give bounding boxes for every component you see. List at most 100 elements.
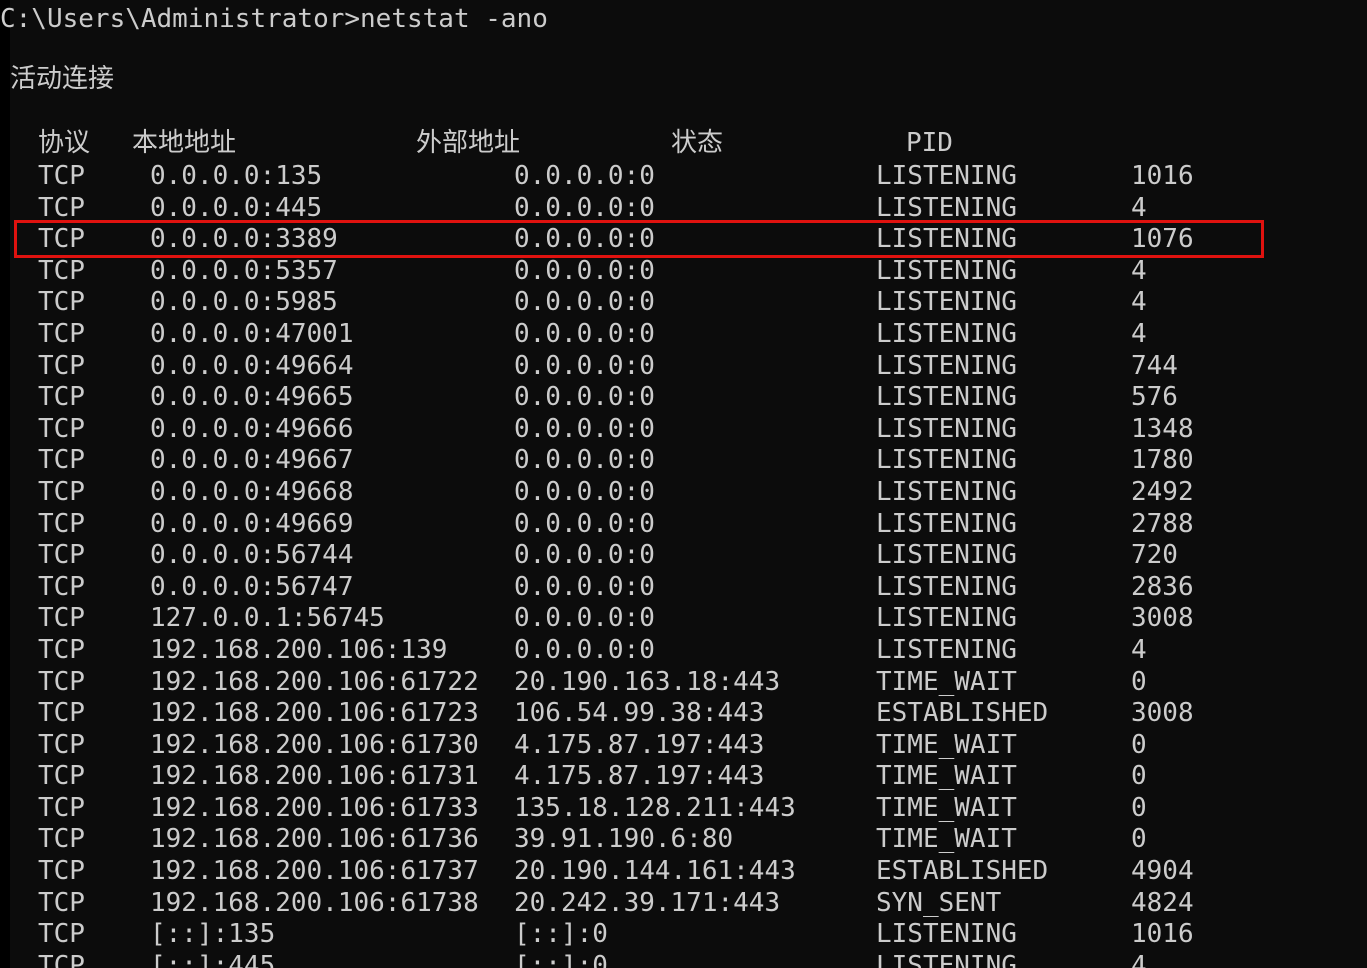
row-pid: 576 [1131, 382, 1178, 413]
row-local-address: 192.168.200.106:61737 [150, 856, 479, 887]
row-pid: 4904 [1131, 856, 1194, 887]
row-proto: TCP [38, 887, 85, 918]
row-state: LISTENING [876, 508, 1017, 539]
table-row: TCP 192.168.200.106:61733 135.18.128.211:4… [0, 793, 1367, 825]
section-title: 活动连接 [10, 64, 115, 94]
row-state: TIME_WAIT [876, 792, 1017, 823]
table-row: TCP 0.0.0.0:49668 0.0.0.0:0 LISTENING 2492 [0, 477, 1367, 509]
row-proto: TCP [38, 824, 85, 855]
row-proto: TCP [38, 350, 85, 381]
row-proto: TCP [38, 224, 85, 255]
row-proto: TCP [38, 255, 85, 286]
row-proto: TCP [38, 287, 85, 318]
row-proto: TCP [38, 634, 85, 665]
row-state: LISTENING [876, 255, 1017, 286]
row-state: LISTENING [876, 571, 1017, 602]
header-local-address: 本地地址 [132, 128, 237, 158]
terminal-window[interactable]: C:\Users\Administrator>netstat -ano 活动连接… [0, 0, 1367, 968]
row-state: LISTENING [876, 350, 1017, 381]
row-pid: 4 [1131, 634, 1147, 665]
row-foreign-address: 106.54.99.38:443 [514, 698, 765, 729]
row-proto: TCP [38, 192, 85, 223]
row-proto: TCP [38, 729, 85, 760]
row-pid: 720 [1131, 540, 1178, 571]
row-state: LISTENING [876, 634, 1017, 665]
table-row: TCP [::]:135 [::]:0 LISTENING 1016 [0, 919, 1367, 951]
row-local-address: 0.0.0.0:135 [150, 161, 323, 191]
row-local-address: 0.0.0.0:56744 [150, 540, 354, 571]
table-row: TCP 192.168.200.106:61723 106.54.99.38:443… [0, 698, 1367, 730]
row-state: LISTENING [876, 161, 1017, 191]
row-proto: TCP [38, 919, 85, 950]
row-foreign-address: 0.0.0.0:0 [514, 287, 655, 318]
row-foreign-address: 0.0.0.0:0 [514, 192, 655, 223]
table-row: TCP 0.0.0.0:56744 0.0.0.0:0 LISTENING 720 [0, 540, 1367, 572]
row-pid: 3008 [1131, 603, 1194, 634]
row-pid: 1016 [1131, 919, 1194, 950]
row-local-address: [::]:445 [150, 950, 276, 968]
row-foreign-address: 0.0.0.0:0 [514, 255, 655, 286]
row-pid: 2492 [1131, 476, 1194, 507]
header-foreign-address: 外部地址 [416, 128, 521, 158]
command-prompt-line: C:\Users\Administrator>netstat -ano [0, 4, 548, 34]
connections-table: TCP 0.0.0.0:135 0.0.0.0:0 LISTENING 1016 TCP 0… [0, 161, 1367, 968]
row-pid: 1348 [1131, 413, 1194, 444]
row-local-address: 0.0.0.0:3389 [150, 224, 338, 255]
row-proto: TCP [38, 540, 85, 571]
row-local-address: 192.168.200.106:61738 [150, 887, 479, 918]
row-foreign-address: 0.0.0.0:0 [514, 382, 655, 413]
row-foreign-address: 0.0.0.0:0 [514, 571, 655, 602]
table-row: TCP [::]:445 [::]:0 LISTENING 4 [0, 951, 1367, 968]
table-row: TCP 127.0.0.1:56745 0.0.0.0:0 LISTENING 3008 [0, 603, 1367, 635]
row-state: ESTABLISHED [876, 698, 1049, 729]
row-pid: 4 [1131, 192, 1147, 223]
row-proto: TCP [38, 950, 85, 968]
row-foreign-address: 0.0.0.0:0 [514, 540, 655, 571]
row-foreign-address: 20.190.144.161:443 [514, 856, 796, 887]
row-state: SYN_SENT [876, 887, 1002, 918]
row-state: LISTENING [876, 540, 1017, 571]
table-row: TCP 192.168.200.106:61737 20.190.144.161:4… [0, 856, 1367, 888]
table-row: TCP 0.0.0.0:47001 0.0.0.0:0 LISTENING 4 [0, 319, 1367, 351]
row-foreign-address: 0.0.0.0:0 [514, 318, 655, 349]
row-local-address: 0.0.0.0:49667 [150, 445, 354, 476]
table-row: TCP 0.0.0.0:5985 0.0.0.0:0 LISTENING 4 [0, 287, 1367, 319]
row-local-address: 0.0.0.0:49666 [150, 413, 354, 444]
table-row: TCP 192.168.200.106:61730 4.175.87.197:443… [0, 730, 1367, 762]
row-proto: TCP [38, 603, 85, 634]
row-state: LISTENING [876, 413, 1017, 444]
row-local-address: 192.168.200.106:139 [150, 634, 448, 665]
table-row: TCP 0.0.0.0:445 0.0.0.0:0 LISTENING 4 [0, 193, 1367, 225]
row-state: LISTENING [876, 445, 1017, 476]
table-row: TCP 0.0.0.0:56747 0.0.0.0:0 LISTENING 2836 [0, 572, 1367, 604]
table-row: TCP 192.168.200.106:139 0.0.0.0:0 LISTENING… [0, 635, 1367, 667]
row-pid: 0 [1131, 761, 1147, 792]
row-proto: TCP [38, 476, 85, 507]
row-pid: 3008 [1131, 698, 1194, 729]
row-state: ESTABLISHED [876, 856, 1049, 887]
table-row: TCP 192.168.200.106:61738 20.242.39.171:44… [0, 888, 1367, 920]
table-row: TCP 192.168.200.106:61731 4.175.87.197:443… [0, 761, 1367, 793]
row-local-address: 192.168.200.106:61722 [150, 666, 479, 697]
row-state: LISTENING [876, 950, 1017, 968]
row-foreign-address: 4.175.87.197:443 [514, 729, 765, 760]
row-foreign-address: 0.0.0.0:0 [514, 224, 655, 255]
row-foreign-address: 0.0.0.0:0 [514, 161, 655, 191]
row-local-address: 0.0.0.0:49665 [150, 382, 354, 413]
row-local-address: 192.168.200.106:61731 [150, 761, 479, 792]
row-pid: 0 [1131, 824, 1147, 855]
row-local-address: 0.0.0.0:49664 [150, 350, 354, 381]
row-state: TIME_WAIT [876, 666, 1017, 697]
row-proto: TCP [38, 856, 85, 887]
row-foreign-address: 20.242.39.171:443 [514, 887, 781, 918]
row-foreign-address: 135.18.128.211:443 [514, 792, 796, 823]
row-foreign-address: 0.0.0.0:0 [514, 634, 655, 665]
row-pid: 1076 [1131, 224, 1194, 255]
row-local-address: 192.168.200.106:61733 [150, 792, 479, 823]
row-pid: 1780 [1131, 445, 1194, 476]
row-local-address: 0.0.0.0:49668 [150, 476, 354, 507]
row-local-address: 192.168.200.106:61723 [150, 698, 479, 729]
row-foreign-address: 39.91.190.6:80 [514, 824, 734, 855]
row-pid: 2788 [1131, 508, 1194, 539]
table-row: TCP 0.0.0.0:5357 0.0.0.0:0 LISTENING 4 [0, 256, 1367, 288]
